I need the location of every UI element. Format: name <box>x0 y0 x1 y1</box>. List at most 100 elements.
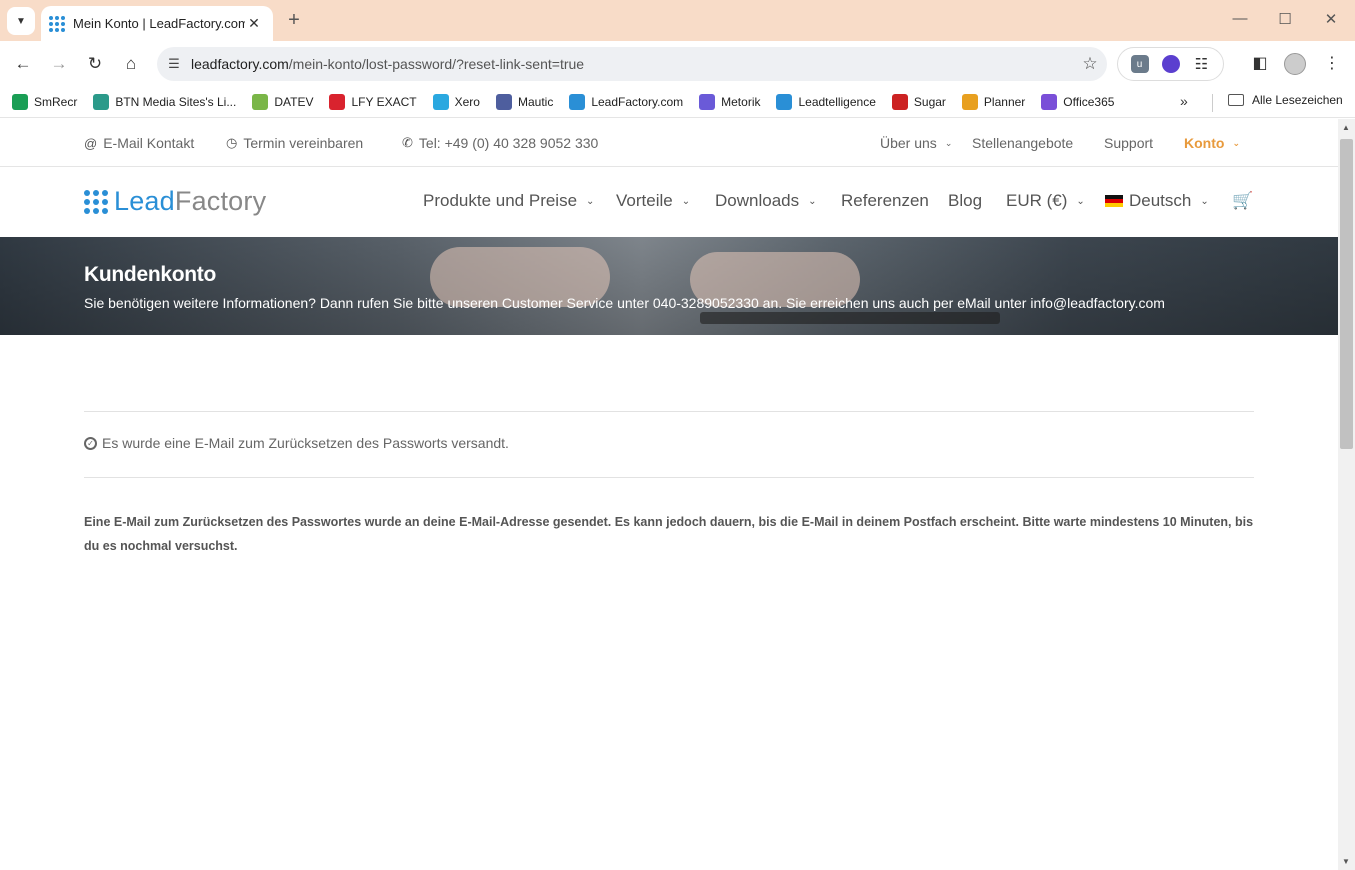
bookmark-favicon-icon <box>93 94 110 110</box>
nav-downloads[interactable]: Downloads ⌄ <box>715 191 817 211</box>
leadfactory-favicon <box>49 15 65 32</box>
support-link[interactable]: Support <box>1104 135 1153 151</box>
bookmark-favicon-icon <box>569 94 586 110</box>
extensions-area: u ☷ <box>1117 47 1224 81</box>
bookmark-label: Planner <box>983 95 1026 109</box>
forward-icon[interactable]: → <box>48 53 70 75</box>
scroll-up-icon[interactable]: ▲ <box>1342 123 1350 132</box>
menu-kebab-icon[interactable]: ⋮ <box>1321 53 1343 73</box>
profile-avatar[interactable] <box>1284 53 1306 75</box>
chevron-down-icon: ⌄ <box>808 195 817 207</box>
browser-tab[interactable]: Mein Konto | LeadFactory.com ✕ <box>41 6 273 41</box>
home-icon[interactable]: ⌂ <box>120 53 142 75</box>
phone-link[interactable]: ✆ Tel: +49 (0) 40 328 9052 330 <box>402 135 598 151</box>
extension-circle-icon[interactable] <box>1161 55 1180 73</box>
bookmark-item[interactable]: BTN Media Sites's Li... <box>93 94 236 110</box>
site-header: LeadFactory Produkte und Preise ⌄ Vortei… <box>0 167 1338 237</box>
leadfactory-logo[interactable]: LeadFactory <box>84 186 266 217</box>
bookmark-favicon-icon <box>432 94 449 110</box>
sidepanel-icon[interactable]: ◧ <box>1249 53 1271 73</box>
page-scrollbar[interactable]: ▲ ▼ <box>1338 119 1355 870</box>
check-circle-icon: ✓ <box>84 436 97 450</box>
maximize-icon[interactable]: ☐ <box>1275 10 1295 28</box>
success-notice-text: Es wurde eine E-Mail zum Zurücksetzen de… <box>102 435 509 451</box>
nav-referenzen[interactable]: Referenzen <box>841 191 929 211</box>
nav-blog-label: Blog <box>948 191 983 210</box>
bookmark-label: Mautic <box>517 95 554 109</box>
bookmarks-list: SmRecr BTN Media Sites's Li... DATEV LFY EX… <box>12 94 1130 110</box>
chevron-down-icon: ⌄ <box>944 137 953 148</box>
cart-icon[interactable]: 🛒 <box>1232 191 1253 211</box>
nav-language[interactable]: Deutsch ⌄ <box>1105 191 1209 211</box>
scrollbar-thumb[interactable] <box>1340 139 1353 449</box>
ublock-icon[interactable]: u <box>1130 55 1149 73</box>
bookmark-label: LeadFactory.com <box>591 95 684 109</box>
bookmark-item[interactable]: Xero <box>432 94 480 110</box>
top-contact-bar: @ E-Mail Kontakt ◷ Termin vereinbaren ✆ … <box>0 119 1338 167</box>
all-bookmarks-button[interactable]: Alle Lesezeichen <box>1228 93 1343 107</box>
tab-search-button[interactable]: ▼ <box>7 7 35 35</box>
close-tab-icon[interactable]: ✕ <box>245 15 263 32</box>
more-bookmarks-icon[interactable]: » <box>1180 93 1188 109</box>
bookmark-label: Sugar <box>913 95 946 109</box>
puzzle-icon[interactable]: ☷ <box>1193 55 1211 73</box>
email-contact-link[interactable]: @ E-Mail Kontakt <box>84 135 194 151</box>
logo-text: LeadFactory <box>114 186 266 217</box>
nav-language-label: Deutsch <box>1129 191 1192 210</box>
bookmark-item[interactable]: Leadtelligence <box>776 94 876 110</box>
nav-currency[interactable]: EUR (€) ⌄ <box>1006 191 1085 211</box>
page-title: Kundenkonto <box>84 263 217 286</box>
chevron-down-icon: ▼ <box>16 15 26 27</box>
bookmark-favicon-icon <box>252 94 269 110</box>
reset-info-text: Eine E-Mail zum Zurücksetzen des Passwor… <box>84 515 1254 553</box>
minimize-icon[interactable]: — <box>1230 10 1250 27</box>
ueber-uns-menu[interactable]: Über uns ⌄ <box>880 135 952 151</box>
email-contact-label: E-Mail Kontakt <box>103 135 195 151</box>
bookmark-label: SmRecr <box>34 95 78 109</box>
bookmark-favicon-icon <box>891 94 908 110</box>
url-host: leadfactory.com <box>191 56 289 72</box>
bookmark-item[interactable]: Mautic <box>495 94 554 110</box>
folder-icon <box>1228 94 1244 106</box>
bookmark-item[interactable]: LeadFactory.com <box>569 94 683 110</box>
bookmark-label: LFY EXACT <box>351 95 417 109</box>
bookmarks-divider <box>1212 94 1213 112</box>
phone-label: Tel: +49 (0) 40 328 9052 330 <box>418 135 599 151</box>
bookmark-item[interactable]: LFY EXACT <box>329 94 417 110</box>
termin-link[interactable]: ◷ Termin vereinbaren <box>226 135 363 151</box>
stellenangebote-link[interactable]: Stellenangebote <box>972 135 1073 151</box>
nav-referenzen-label: Referenzen <box>841 191 929 210</box>
bookmark-star-icon[interactable]: ☆ <box>1073 54 1107 74</box>
address-bar[interactable]: ☰ leadfactory.com/mein-konto/lost-passwo… <box>157 47 1107 81</box>
url-path: /mein-konto/lost-password/?reset-link-se… <box>288 56 585 72</box>
bookmark-item[interactable]: Planner <box>961 94 1026 110</box>
url-text: leadfactory.com/mein-konto/lost-password… <box>191 56 1073 72</box>
at-icon: @ <box>84 135 98 151</box>
bookmark-item[interactable]: DATEV <box>252 94 313 110</box>
nav-blog[interactable]: Blog <box>948 191 982 211</box>
scroll-down-icon[interactable]: ▼ <box>1342 857 1350 866</box>
chevron-down-icon: ⌄ <box>586 195 595 207</box>
nav-produkte[interactable]: Produkte und Preise ⌄ <box>423 191 594 211</box>
new-tab-button[interactable]: + <box>283 9 305 32</box>
bookmark-favicon-icon <box>961 94 978 110</box>
window-close-icon[interactable]: ✕ <box>1321 10 1341 28</box>
bookmark-item[interactable]: SmRecr <box>12 94 77 110</box>
bookmark-favicon-icon <box>699 94 716 110</box>
bookmark-label: Xero <box>454 95 480 109</box>
phone-icon: ✆ <box>402 135 413 150</box>
bookmark-item[interactable]: Metorik <box>699 94 760 110</box>
bookmark-item[interactable]: Office365 <box>1041 94 1114 110</box>
back-icon[interactable]: ← <box>12 53 34 75</box>
konto-menu[interactable]: Konto ⌄ <box>1184 135 1240 151</box>
site-info-icon[interactable]: ☰ <box>157 56 191 72</box>
tab-title: Mein Konto | LeadFactory.com <box>73 16 245 31</box>
bookmark-favicon-icon <box>495 94 512 110</box>
banner-info-text: Sie benötigen weitere Informationen? Dan… <box>84 295 1165 311</box>
chevron-down-icon: ⌄ <box>1076 195 1085 207</box>
bookmark-item[interactable]: Sugar <box>891 94 946 110</box>
nav-vorteile[interactable]: Vorteile ⌄ <box>616 191 690 211</box>
divider <box>84 411 1254 412</box>
success-notice: ✓ Es wurde eine E-Mail zum Zurücksetzen … <box>84 435 509 451</box>
reload-icon[interactable]: ↻ <box>84 53 106 75</box>
